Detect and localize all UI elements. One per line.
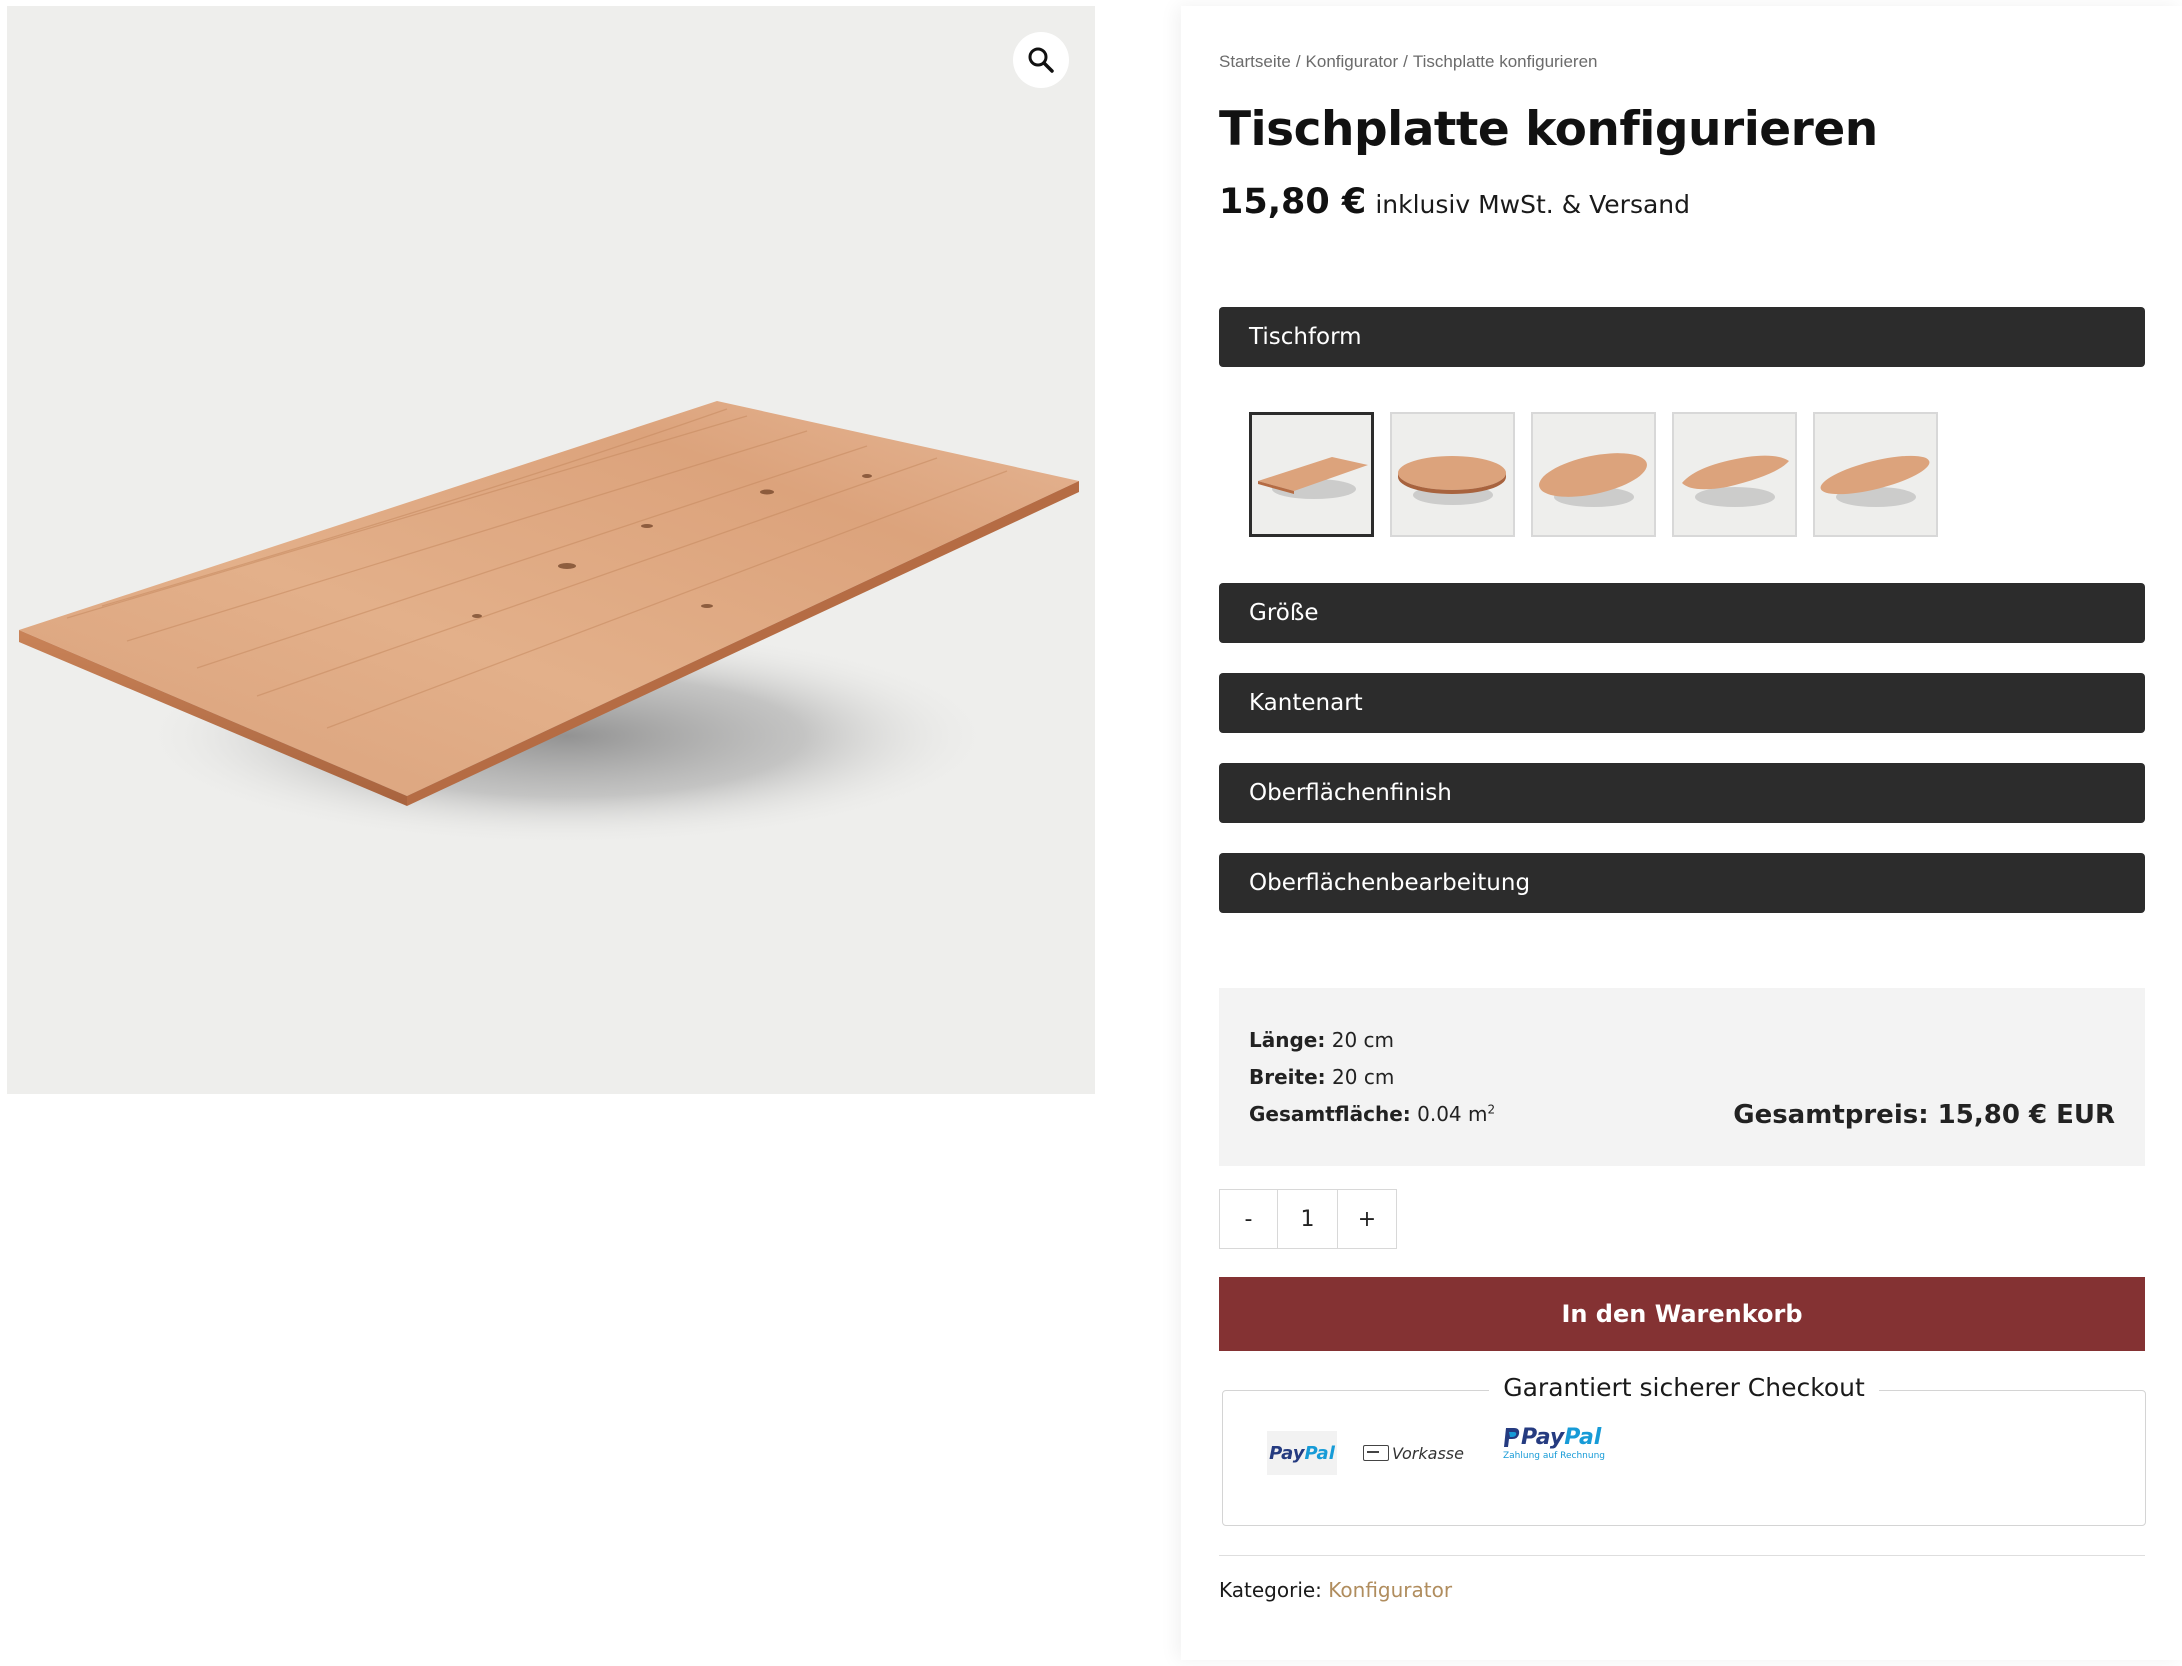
shape-round-thumb: [1398, 456, 1506, 505]
summary-breite-value: 20 cm: [1332, 1065, 1395, 1089]
product-image-gallery: [7, 6, 1095, 1094]
paypal-rechnung-logo: Pay Pal Zahlung auf Rechnung: [1503, 1425, 1605, 1461]
zoom-button[interactable]: [1013, 32, 1069, 88]
summary-flaeche: Gesamtfläche: 0.04 m2: [1249, 1102, 1495, 1126]
summary-total-label: Gesamtpreis:: [1733, 1100, 1929, 1130]
paypal-rechnung-sub: Zahlung auf Rechnung: [1503, 1451, 1605, 1461]
category-link[interactable]: Konfigurator: [1328, 1578, 1452, 1602]
breadcrumb-separator: /: [1403, 52, 1408, 71]
shape-option-rund[interactable]: [1390, 412, 1515, 537]
vorkasse-logo: Vorkasse: [1363, 1431, 1464, 1475]
summary-breite: Breite: 20 cm: [1249, 1065, 1394, 1089]
paypal-rechnung-pay: Pay: [1521, 1425, 1565, 1450]
summary-total: Gesamtpreis: 15,80 € EUR: [1733, 1100, 2115, 1130]
summary-flaeche-label: Gesamtfläche:: [1249, 1102, 1411, 1126]
shape-options: [1249, 412, 1938, 537]
summary-flaeche-value: 0.04 m: [1417, 1102, 1488, 1126]
shape-option-elliptisch[interactable]: [1813, 412, 1938, 537]
summary-laenge-value: 20 cm: [1331, 1028, 1395, 1052]
breadcrumb-konfigurator-link[interactable]: Konfigurator: [1306, 52, 1399, 71]
summary-laenge: Länge: 20 cm: [1249, 1028, 1394, 1052]
product-summary: Startseite / Konfigurator / Tischplatte konf…: [1181, 6, 2182, 1660]
product-image[interactable]: [7, 6, 1095, 1094]
shape-option-bootsform[interactable]: [1672, 412, 1797, 537]
card-icon: [1363, 1445, 1389, 1461]
vorkasse-label: Vorkasse: [1392, 1443, 1464, 1463]
summary-laenge-label: Länge:: [1249, 1028, 1326, 1052]
category-label: Kategorie:: [1219, 1578, 1322, 1602]
secure-checkout-title-wrap: Garantiert sicherer Checkout: [1223, 1373, 2145, 1402]
add-to-cart-button[interactable]: In den Warenkorb: [1219, 1277, 2145, 1351]
price-line: 15,80 € inklusiv MwSt. & Versand: [1219, 182, 1690, 222]
price-summary-box: Länge: 20 cm Breite: 20 cm Gesamtfläche:…: [1219, 988, 2145, 1166]
breadcrumb-home-link[interactable]: Startseite: [1219, 52, 1291, 71]
summary-total-value: 15,80 € EUR: [1937, 1100, 2115, 1130]
paypal-logo: Pay Pal: [1267, 1431, 1337, 1475]
paypal-p-icon: [1504, 1427, 1520, 1447]
summary-flaeche-exponent: 2: [1487, 1102, 1496, 1117]
shape-option-oval[interactable]: [1531, 412, 1656, 537]
page-title: Tischplatte konfigurieren: [1219, 102, 1878, 157]
accordion-groesse-label: Größe: [1249, 600, 1319, 626]
paypal-logo-pay: Pay: [1269, 1442, 1305, 1464]
quantity-minus-button[interactable]: -: [1220, 1190, 1278, 1248]
quantity-input[interactable]: 1: [1278, 1190, 1338, 1248]
accordion-tischform[interactable]: Tischform: [1219, 307, 2145, 367]
shape-boat-thumb: [1682, 455, 1789, 507]
quantity-plus-button[interactable]: +: [1338, 1190, 1396, 1248]
accordion-kantenart-label: Kantenart: [1249, 690, 1363, 716]
product-category: Kategorie: Konfigurator: [1219, 1578, 1452, 1602]
paypal-rechnung-row: Pay Pal: [1503, 1425, 1601, 1450]
accordion-oberflaechenfinish[interactable]: Oberflächenfinish: [1219, 763, 2145, 823]
paypal-rechnung-pal: Pal: [1564, 1425, 1602, 1450]
shape-rectangle-thumb: [1258, 457, 1368, 499]
summary-breite-label: Breite:: [1249, 1065, 1326, 1089]
accordion-kantenart[interactable]: Kantenart: [1219, 673, 2145, 733]
secure-checkout-box: Garantiert sicherer Checkout Pay Pal Vork…: [1222, 1373, 2146, 1526]
magnifier-icon: [1028, 47, 1054, 73]
accordion-tischform-label: Tischform: [1249, 324, 1362, 350]
shape-option-rechteck[interactable]: [1249, 412, 1374, 537]
divider: [1219, 1555, 2145, 1556]
price-note: inklusiv MwSt. & Versand: [1375, 190, 1691, 219]
breadcrumb: Startseite / Konfigurator / Tischplatte konf…: [1219, 52, 1597, 72]
paypal-logo-pal: Pal: [1304, 1442, 1335, 1464]
accordion-oberflaechenbearbeitung-label: Oberflächenbearbeitung: [1249, 870, 1531, 896]
secure-checkout-title: Garantiert sicherer Checkout: [1489, 1373, 1879, 1402]
accordion-groesse[interactable]: Größe: [1219, 583, 2145, 643]
product-price: 15,80 €: [1219, 182, 1367, 222]
shape-oval-thumb: [1539, 453, 1647, 507]
accordion-oberflaechenbearbeitung[interactable]: Oberflächenbearbeitung: [1219, 853, 2145, 913]
shape-ellipse-thumb: [1820, 455, 1930, 507]
accordion-oberflaechenfinish-label: Oberflächenfinish: [1249, 780, 1452, 806]
breadcrumb-current: Tischplatte konfigurieren: [1412, 52, 1598, 71]
breadcrumb-separator: /: [1295, 52, 1301, 71]
quantity-stepper: - 1 +: [1219, 1189, 1397, 1249]
